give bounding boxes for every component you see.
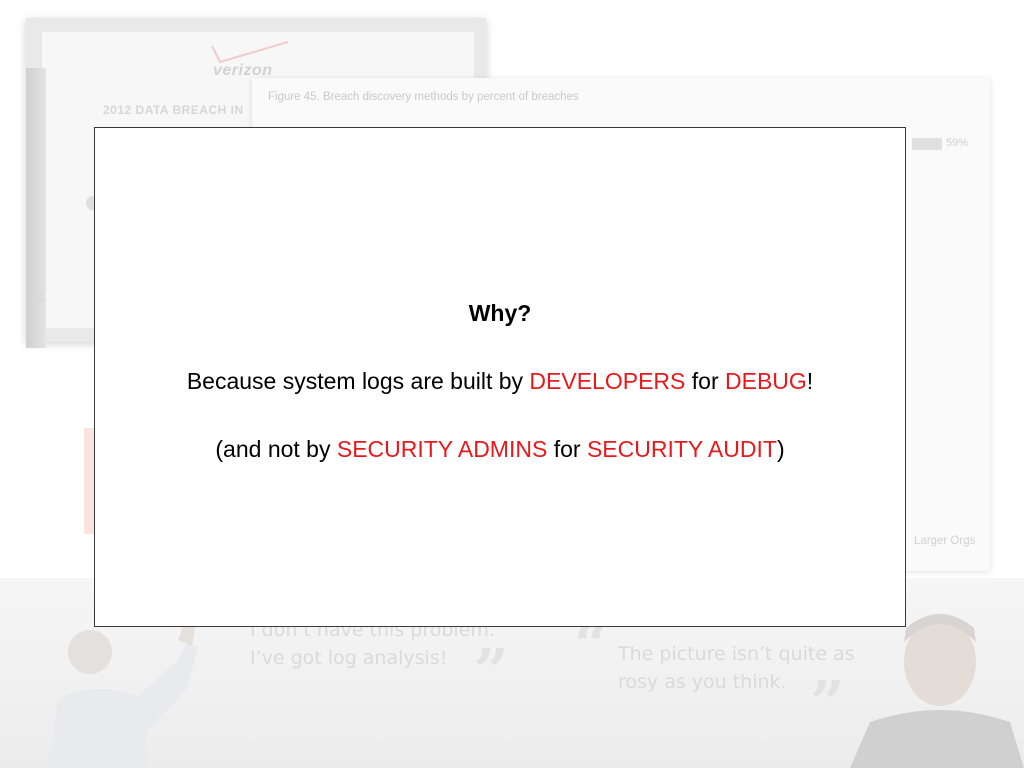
chart-bar-label: 59% (946, 137, 969, 149)
line2-highlight-security-admins: SECURITY ADMINS (336, 436, 548, 462)
line1-highlight-debug: DEBUG (725, 368, 807, 394)
quote-right-line1: The picture isn’t quite as (618, 643, 855, 665)
chart-legend: Larger Orgs (914, 535, 976, 547)
report-cover-photo (26, 68, 46, 348)
line2-mid: for (547, 436, 587, 462)
callout-text: Why? Because system logs are built by DE… (95, 296, 905, 500)
close-quote-icon: ” (810, 669, 845, 739)
line1-prefix: Because system logs are built by (186, 368, 530, 394)
accent-strip (84, 428, 94, 534)
quote-right-line2: rosy as you think. (618, 671, 787, 693)
line1-mid: for (685, 368, 725, 394)
line2-suffix: ) (776, 436, 785, 462)
callout-box: Why? Because system logs are built by DE… (94, 127, 906, 627)
quote-right: The picture isn’t quite as rosy as you t… (618, 640, 908, 696)
line1-suffix: ! (806, 368, 814, 394)
chart-title: Figure 45. Breach discovery methods by p… (268, 91, 579, 103)
callout-line-1: Because system logs are built by DEVELOP… (95, 364, 905, 398)
chart-bar (912, 138, 942, 150)
close-quote-icon: ” (474, 637, 509, 707)
line2-highlight-security-audit: SECURITY AUDIT (586, 436, 777, 462)
report-title: 2012 DATA BREACH IN (103, 103, 244, 117)
report-letter: Z (36, 288, 45, 304)
line2-prefix: (and not by (215, 436, 337, 462)
line1-highlight-developers: DEVELOPERS (529, 368, 686, 394)
callout-heading: Why? (468, 300, 532, 326)
callout-line-2: (and not by SECURITY ADMINS for SECURITY… (95, 432, 905, 466)
